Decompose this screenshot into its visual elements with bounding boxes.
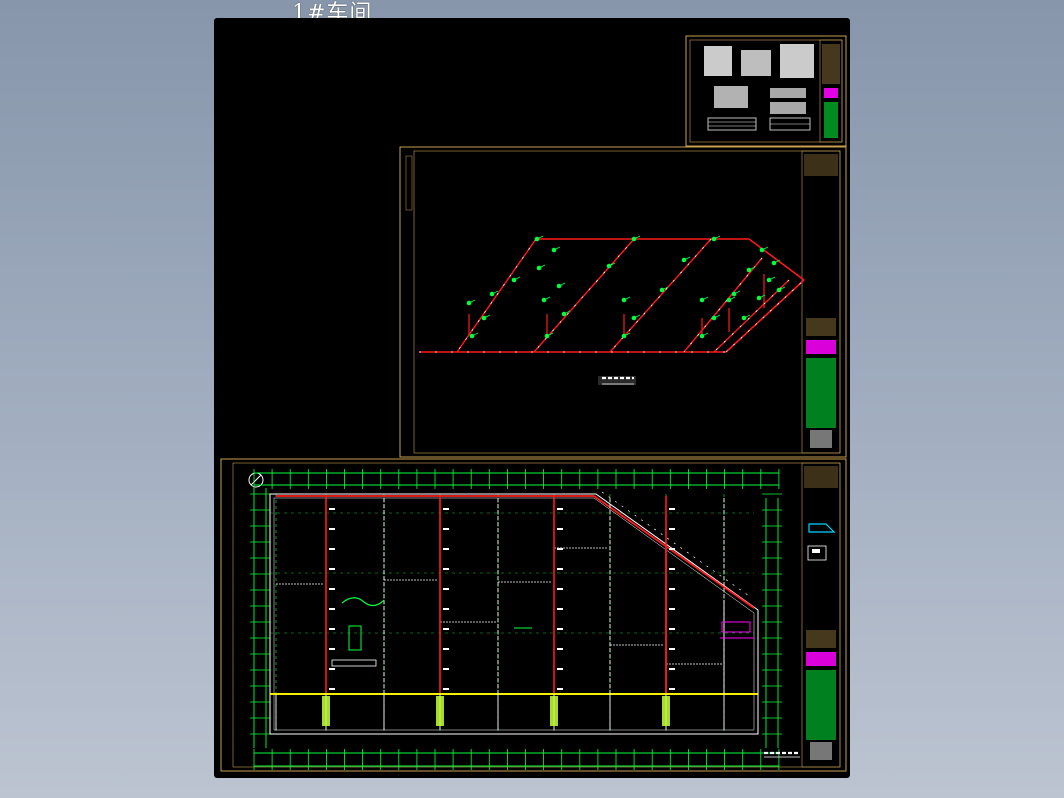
sprinkler-mark	[443, 528, 449, 530]
sprinkler-mark	[443, 608, 449, 610]
sprinkler-mark	[329, 568, 335, 570]
building-inner-outline	[273, 497, 755, 731]
branch-pipes	[329, 498, 725, 694]
key-plan-mini	[807, 523, 836, 561]
valve-group	[436, 696, 444, 726]
sprinkler-mark	[669, 628, 675, 630]
sprinkler-mark	[669, 648, 675, 650]
main-pipe-label-dash	[601, 491, 753, 599]
sprinkler-mark	[557, 668, 563, 670]
sprinkler-mark	[443, 548, 449, 550]
sprinkler-mark	[329, 628, 335, 630]
building-walls	[269, 493, 759, 735]
sprinkler-mark	[669, 688, 675, 690]
sprinkler-mark	[329, 508, 335, 510]
sprinkler-mark	[557, 588, 563, 590]
sprinkler-mark	[443, 628, 449, 630]
sprinkler-mark	[669, 508, 675, 510]
sprinkler-mark	[557, 628, 563, 630]
equipment-curve	[341, 597, 385, 607]
floor-plan-caption-mark	[764, 751, 800, 758]
sprinkler-mark	[669, 588, 675, 590]
valve-group	[550, 696, 558, 726]
highlight-box	[721, 621, 751, 633]
sprinkler-mark	[329, 668, 335, 670]
equipment-label	[331, 659, 377, 667]
valve-group	[662, 696, 670, 726]
fire-main-pipes	[270, 491, 758, 730]
notes-title-block	[822, 44, 840, 138]
column-grid-lines	[270, 494, 754, 734]
pipe-branch-4	[683, 257, 763, 353]
sprinkler-mark	[669, 608, 675, 610]
sprinkler-mark	[557, 688, 563, 690]
sprinkler-mark	[329, 548, 335, 550]
drawing-svg	[220, 35, 847, 772]
floor-plan-sheet	[220, 458, 847, 772]
sprinkler-mark	[443, 568, 449, 570]
isometric-sheet	[399, 146, 847, 458]
notes-sheet	[685, 35, 847, 147]
sprinkler-mark	[329, 688, 335, 690]
sprinkler-mark	[557, 528, 563, 530]
sprinkler-mark	[443, 588, 449, 590]
sprinkler-mark	[443, 508, 449, 510]
sprinkler-mark	[443, 688, 449, 690]
sprinkler-mark	[557, 608, 563, 610]
sprinkler-mark	[329, 588, 335, 590]
equipment-box	[348, 625, 362, 651]
sprinkler-mark	[669, 568, 675, 570]
cad-canvas[interactable]	[214, 18, 850, 778]
sprinkler-mark	[443, 648, 449, 650]
sprinkler-mark	[329, 648, 335, 650]
sprinkler-mark	[329, 608, 335, 610]
sprinkler-mark	[557, 548, 563, 550]
pipe-back-diagonal	[748, 238, 805, 281]
sprinkler-mark	[329, 528, 335, 530]
sprinkler-mark	[669, 668, 675, 670]
sprinkler-mark	[669, 548, 675, 550]
sprinkler-mark	[557, 508, 563, 510]
sprinkler-mark	[557, 568, 563, 570]
sprinkler-mark	[443, 668, 449, 670]
pipe-network	[419, 238, 805, 353]
valve-group	[322, 696, 330, 726]
equipment-marks	[331, 597, 754, 667]
building-outline	[269, 493, 759, 735]
sprinkler-mark	[557, 648, 563, 650]
sprinkler-mark	[669, 528, 675, 530]
main-pipe-diagonal	[593, 495, 755, 609]
notes-text-blocks	[704, 44, 814, 131]
